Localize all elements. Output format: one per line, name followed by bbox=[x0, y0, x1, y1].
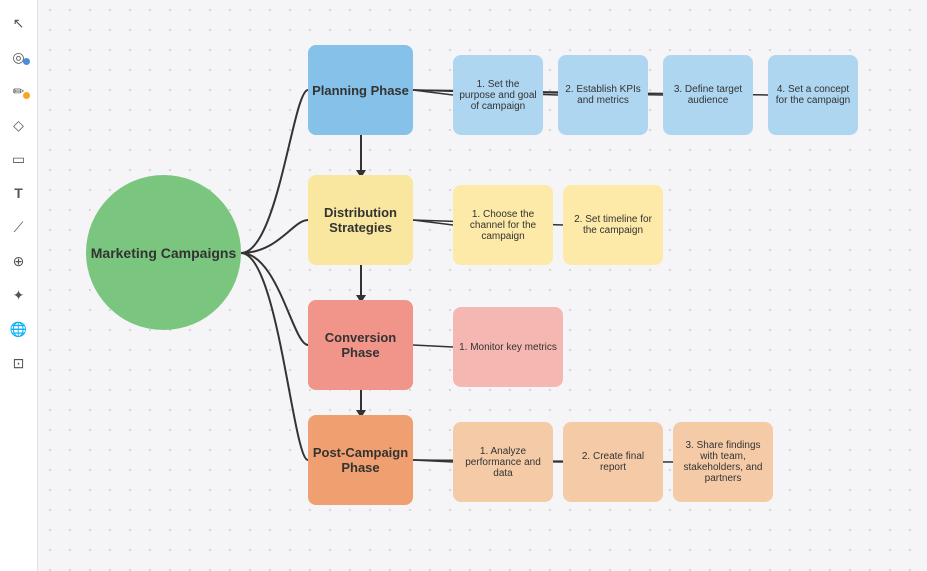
distribution-phase-box[interactable]: Distribution Strategies bbox=[308, 175, 413, 265]
planning-sub-4[interactable]: 4. Set a concept for the campaign bbox=[768, 55, 858, 135]
conversion-sub-1[interactable]: 1. Monitor key metrics bbox=[453, 307, 563, 387]
distribution-sub-1[interactable]: 1. Choose the channel for the campaign bbox=[453, 185, 553, 265]
line-tool[interactable]: ⟋ bbox=[6, 214, 32, 240]
globe-tool[interactable]: 🌐 bbox=[6, 316, 32, 342]
pen-dot bbox=[23, 58, 30, 65]
sticky-note-tool[interactable]: ▭ bbox=[6, 146, 32, 172]
planning-phase-box[interactable]: Planning Phase bbox=[308, 45, 413, 135]
shapes-tool[interactable]: ◎ bbox=[6, 44, 32, 70]
star-tool[interactable]: ✦ bbox=[6, 282, 32, 308]
toolbar: ↖ ◎ ✏ ◇ ▭ T ⟋ ⊕ ✦ 🌐 ⊡ bbox=[0, 0, 38, 571]
postcampaign-sub-3[interactable]: 3. Share findings with team, stakeholder… bbox=[673, 422, 773, 502]
pen-tool[interactable]: ✏ bbox=[6, 78, 32, 104]
center-node[interactable]: Marketing Campaigns bbox=[86, 175, 241, 330]
planning-sub-3[interactable]: 3. Define target audience bbox=[663, 55, 753, 135]
text-tool[interactable]: T bbox=[6, 180, 32, 206]
postcampaign-phase-box[interactable]: Post-Campaign Phase bbox=[308, 415, 413, 505]
postcampaign-sub-2[interactable]: 2. Create final report bbox=[563, 422, 663, 502]
image-tool[interactable]: ⊡ bbox=[6, 350, 32, 376]
planning-sub-2[interactable]: 2. Establish KPIs and metrics bbox=[558, 55, 648, 135]
shape-dot bbox=[23, 92, 30, 99]
cursor-tool[interactable]: ↖ bbox=[6, 10, 32, 36]
postcampaign-sub-1[interactable]: 1. Analyze performance and data bbox=[453, 422, 553, 502]
distribution-sub-2[interactable]: 2. Set timeline for the campaign bbox=[563, 185, 663, 265]
planning-sub-1[interactable]: 1. Set the purpose and goal of campaign bbox=[453, 55, 543, 135]
canvas: Marketing Campaigns Planning Phase Distr… bbox=[38, 0, 927, 571]
shape-outline-tool[interactable]: ◇ bbox=[6, 112, 32, 138]
conversion-phase-box[interactable]: Conversion Phase bbox=[308, 300, 413, 390]
integration-tool[interactable]: ⊕ bbox=[6, 248, 32, 274]
